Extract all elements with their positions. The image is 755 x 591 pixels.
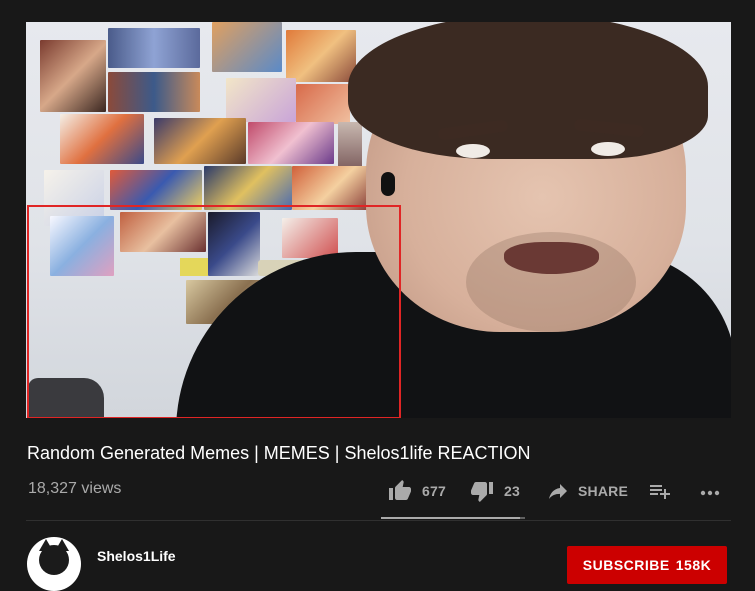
subscribe-label: SUBSCRIBE <box>582 557 670 573</box>
person-hair <box>348 22 708 159</box>
person-mouth <box>504 242 599 274</box>
share-icon <box>549 484 567 499</box>
subscribe-button[interactable]: SUBSCRIBE 158K <box>567 546 727 584</box>
wall-poster <box>212 22 282 72</box>
wall-poster <box>108 72 200 112</box>
wall-poster <box>248 122 334 164</box>
wall-poster <box>40 40 106 112</box>
dislike-button[interactable]: 23 <box>470 479 520 503</box>
person-eye <box>456 144 490 158</box>
wall-poster <box>286 30 356 82</box>
wall-poster <box>292 166 376 210</box>
earbud <box>381 172 395 196</box>
divider <box>26 520 731 521</box>
like-count: 677 <box>422 483 446 499</box>
highlight-box <box>27 205 401 418</box>
wall-poster <box>296 84 350 124</box>
share-label: SHARE <box>578 483 629 499</box>
avatar-face <box>39 545 69 575</box>
wall-poster <box>60 114 144 164</box>
video-title: Random Generated Memes | MEMES | Shelos1… <box>27 443 531 463</box>
subscriber-count: 158K <box>675 557 712 573</box>
person-eye <box>591 142 625 156</box>
wall-poster <box>204 166 292 210</box>
share-button[interactable]: SHARE <box>546 479 628 503</box>
more-actions-button[interactable] <box>698 479 722 503</box>
wall-poster <box>226 78 296 122</box>
wall-poster <box>154 118 246 164</box>
like-button[interactable]: 677 <box>388 479 446 503</box>
more-icon <box>700 490 720 496</box>
channel-avatar[interactable] <box>27 537 81 591</box>
wall-poster <box>110 170 202 210</box>
channel-name[interactable]: Shelos1Life <box>97 548 176 564</box>
sentiment-bar-fill <box>381 517 521 519</box>
thumb-up-icon <box>389 480 411 500</box>
wall-poster <box>338 122 362 172</box>
add-to-playlist-icon <box>650 485 670 499</box>
save-to-playlist-button[interactable] <box>648 479 672 503</box>
video-player[interactable] <box>26 22 731 418</box>
wall-poster <box>108 28 200 68</box>
sentiment-bar <box>381 517 525 519</box>
view-count: 18,327 views <box>28 480 122 497</box>
dislike-count: 23 <box>504 483 520 499</box>
thumb-down-icon <box>471 482 493 502</box>
